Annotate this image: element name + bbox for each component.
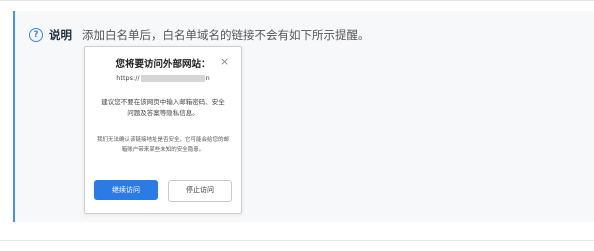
dialog-message-secondary: 我们无法确认该链接地址是否安全，它可能会给您的邮箱账户带来某些未知的安全隐患。 bbox=[96, 137, 229, 153]
url-prefix: https:// bbox=[116, 74, 140, 82]
url-redaction bbox=[140, 74, 205, 82]
stop-button[interactable]: 停止访问 bbox=[168, 180, 232, 202]
note-text: 添加白名单后，白名单域名的链接不会有如下所示提醒。 bbox=[82, 28, 370, 42]
bottom-divider bbox=[0, 240, 594, 241]
external-link-warning-dialog: 您将要访问外部网站： × https:// n 建议您不要在该网页中输入邮箱密码、… bbox=[84, 46, 242, 214]
note-title: 说明 bbox=[49, 28, 72, 42]
dialog-title: 您将要访问外部网站： bbox=[115, 59, 211, 70]
url-suffix: n bbox=[205, 74, 210, 82]
dialog-message-primary: 建议您不要在该网页中输入邮箱密码、安全问题及答案等隐私信息。 bbox=[101, 98, 225, 117]
continue-button[interactable]: 继续访问 bbox=[94, 180, 158, 200]
top-divider bbox=[0, 0, 594, 1]
close-icon[interactable]: × bbox=[220, 55, 229, 68]
question-circle-icon: ? bbox=[29, 28, 43, 42]
dialog-url: https:// n bbox=[85, 74, 241, 82]
